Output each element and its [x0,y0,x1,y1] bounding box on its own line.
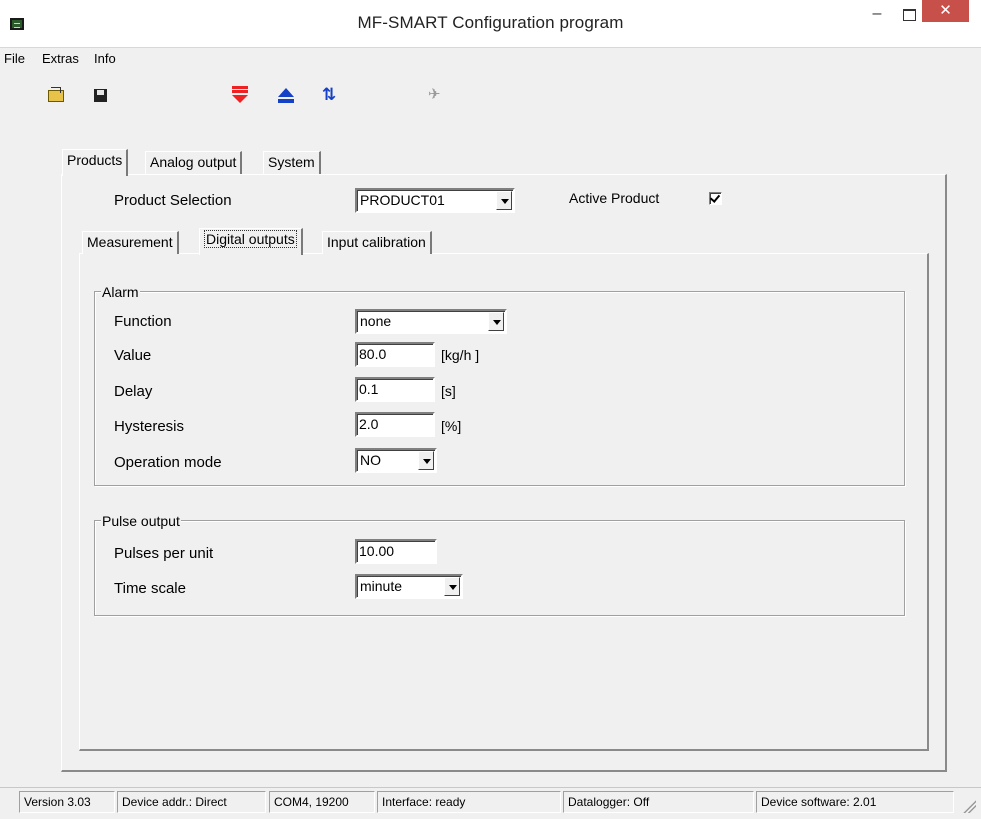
tab-measurement-label: Measurement [87,234,173,250]
maximize-button[interactable] [895,3,923,27]
alarm-group-title: Alarm [101,284,140,300]
product-selection-dropdown[interactable]: PRODUCT01 [355,188,515,213]
minimize-button[interactable]: – [862,3,892,27]
close-button[interactable]: ✕ [922,0,969,22]
tab-digital-outputs-label: Digital outputs [204,230,297,248]
function-label: Function [114,313,172,330]
menu-info[interactable]: Info [94,51,116,66]
pulses-per-unit-label: Pulses per unit [114,545,214,562]
tab-analog-output-label: Analog output [150,154,237,170]
status-device-address: Device addr.: Direct [117,791,266,813]
upload-from-device-icon[interactable] [276,86,294,104]
operation-mode-label: Operation mode [114,454,222,471]
hysteresis-unit: [%] [441,418,462,434]
product-selection-value: PRODUCT01 [360,192,445,208]
active-product-checkbox[interactable] [709,192,722,205]
status-version: Version 3.03 [19,791,115,813]
operation-mode-dropdown[interactable]: NO [355,448,437,473]
save-disk-icon[interactable] [92,86,110,104]
time-scale-value: minute [360,578,403,594]
hysteresis-label: Hysteresis [114,418,185,435]
pulses-per-unit-input[interactable]: 10.00 [355,539,437,564]
chevron-down-icon[interactable] [488,312,504,331]
value-label: Value [114,347,152,364]
status-interface: Interface: ready [377,791,561,813]
function-value: none [360,313,392,329]
chevron-down-icon[interactable] [444,577,460,596]
download-to-device-icon[interactable] [230,86,248,104]
pulse-output-group-title: Pulse output [101,513,181,529]
tab-system-label: System [268,154,315,170]
resize-grip-icon[interactable] [962,799,976,813]
status-datalogger: Datalogger: Off [563,791,754,813]
value-unit: [kg/h ] [441,347,480,363]
window-title: MF-SMART Configuration program [357,13,624,32]
status-device-software: Device software: 2.01 [756,791,954,813]
function-dropdown[interactable]: none [355,309,507,334]
pulse-output-groupbox [94,520,905,616]
menu-bar: File Extras Info [0,48,981,70]
tab-system[interactable]: System [263,151,321,174]
chevron-down-icon[interactable] [496,191,512,210]
chevron-down-icon[interactable] [418,451,434,470]
tab-analog-output[interactable]: Analog output [145,151,243,174]
time-scale-label: Time scale [114,580,186,597]
menu-extras[interactable]: Extras [42,51,79,66]
sync-icon[interactable]: ⇅ [322,86,340,104]
status-port: COM4, 19200 [269,791,375,813]
delay-unit: [s] [441,383,456,399]
delay-label: Delay [114,383,153,400]
tab-measurement[interactable]: Measurement [82,231,179,254]
tab-input-calibration[interactable]: Input calibration [322,231,432,254]
title-bar: MF-SMART Configuration program – ✕ [0,0,981,48]
operation-mode-value: NO [360,452,381,468]
hysteresis-input[interactable]: 2.0 [355,412,435,437]
connect-icon[interactable]: ✈ [428,86,446,104]
time-scale-dropdown[interactable]: minute [355,574,463,599]
menu-file[interactable]: File [4,51,25,66]
tab-input-calibration-label: Input calibration [327,234,426,250]
active-product-label: Active Product [569,190,660,206]
value-input[interactable]: 80.0 [355,342,435,367]
tab-products-label: Products [67,152,123,168]
tab-digital-outputs[interactable]: Digital outputs [199,228,303,255]
product-selection-label: Product Selection [114,192,232,209]
tab-products[interactable]: Products [62,149,129,176]
open-folder-icon[interactable] [47,86,65,104]
delay-input[interactable]: 0.1 [355,377,435,402]
